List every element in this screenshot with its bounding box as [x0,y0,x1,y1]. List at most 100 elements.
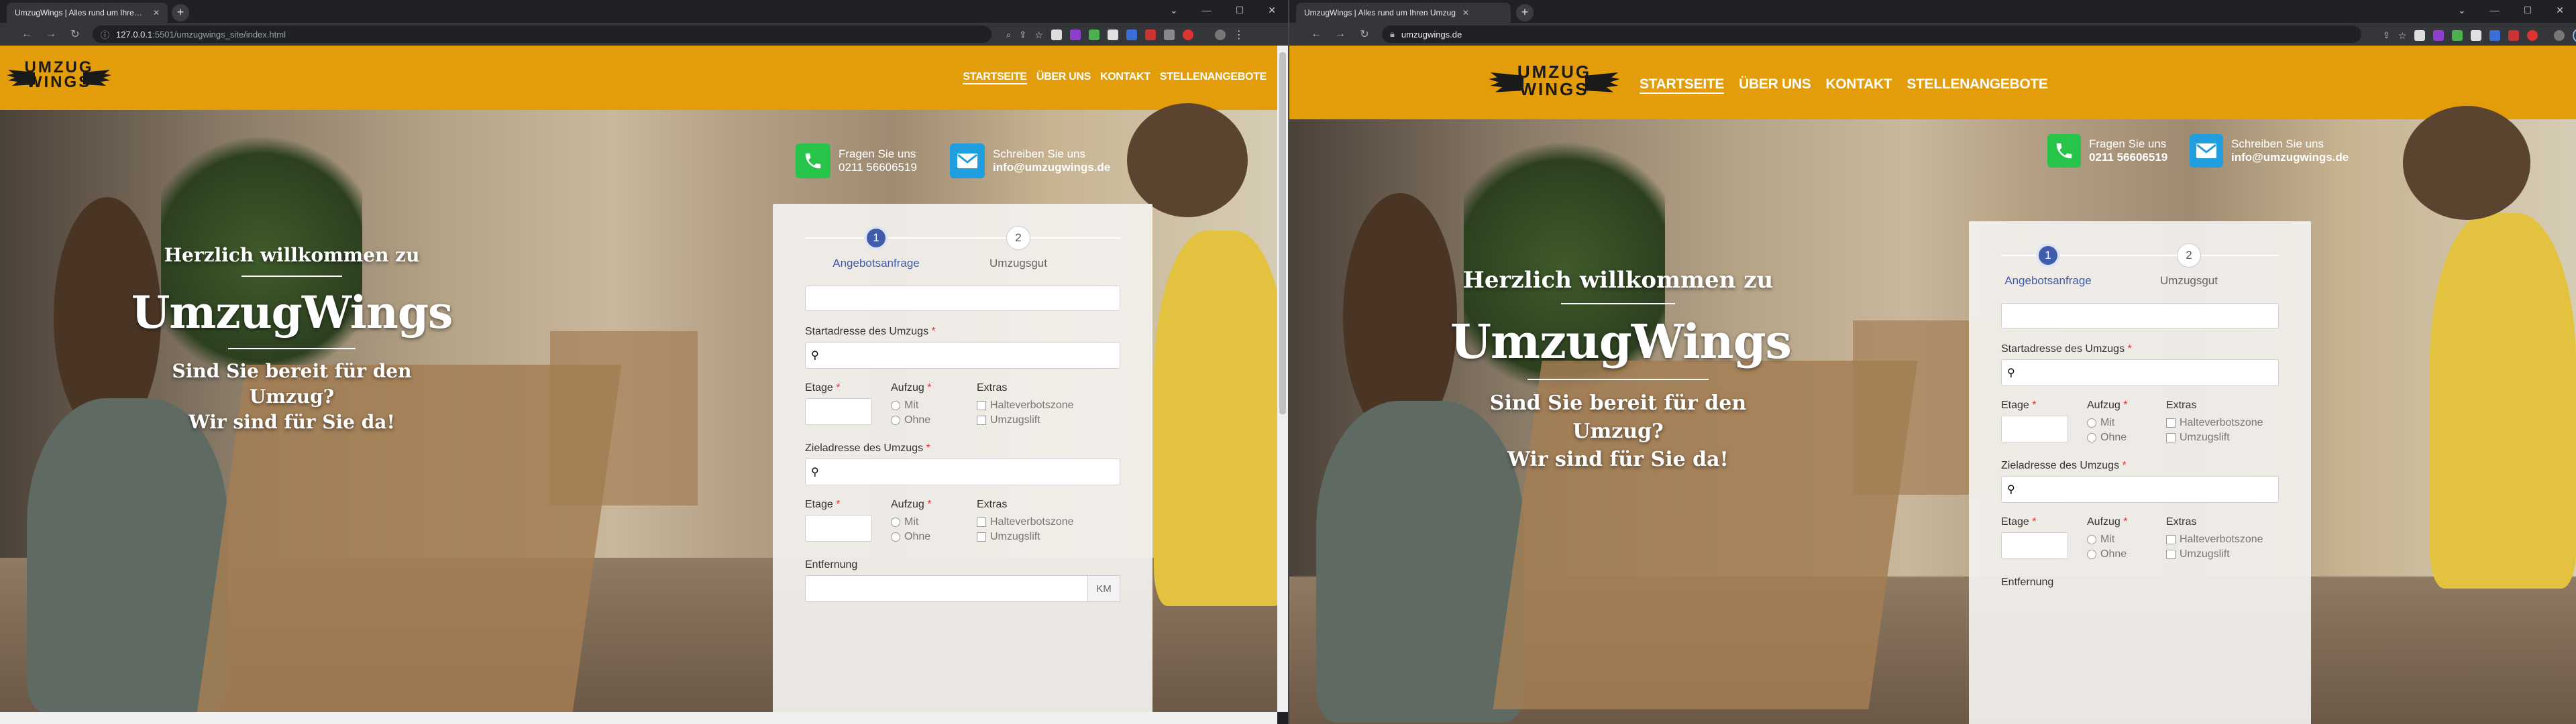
close-window-icon[interactable]: ✕ [1268,5,1276,16]
profile-avatar[interactable] [2554,30,2565,41]
etage-input[interactable] [2001,416,2068,442]
vertical-scrollbar[interactable] [1277,46,1288,712]
extra-lift-checkbox[interactable]: Umzugslift [2166,547,2263,562]
new-tab-button[interactable]: + [1516,4,1534,21]
aufzug-mit-radio[interactable]: Mit [2087,532,2147,547]
dropdown-icon[interactable]: ⌄ [1170,5,1178,16]
mail-icon [2190,134,2223,168]
site-logo[interactable]: UMZUG WINGS [1489,63,1620,98]
browser-tab[interactable]: UmzugWings | Alles rund um Ihren Umzug ✕ [1296,3,1511,23]
start-address-input[interactable]: ⚲ [2001,359,2279,386]
logo-line-2: WINGS [26,73,92,91]
extension-icon[interactable] [1088,29,1099,40]
extra-halteverbot-checkbox[interactable]: Halteverbotszone [977,398,1074,413]
step-2[interactable]: 2 Umzugsgut [971,223,1065,270]
dropdown-icon[interactable]: ⌄ [2458,5,2466,16]
aufzug-ohne-radio[interactable]: Ohne [891,530,958,544]
horizontal-scrollbar[interactable] [0,712,1277,724]
extension-icon[interactable] [2508,30,2520,41]
start-address-input[interactable]: ⚲ [805,342,1120,369]
lock-icon[interactable]: 🔒︎ [1390,29,1395,40]
nav-startseite[interactable]: STARTSEITE [963,71,1027,84]
ziel-address-input[interactable]: ⚲ [2001,476,2279,503]
forward-icon[interactable]: → [1334,28,1347,40]
reload-icon[interactable]: ↻ [1358,27,1371,41]
extension-icon[interactable] [2414,30,2426,41]
close-window-icon[interactable]: ✕ [2556,5,2564,16]
forward-icon[interactable]: → [44,28,58,40]
aufzug-ohne-radio[interactable]: Ohne [2087,547,2147,562]
profile-avatar[interactable] [1214,29,1226,40]
extension-icon[interactable] [1069,29,1081,40]
star-icon[interactable]: ☆ [2398,30,2407,42]
address-bar[interactable]: 🔒︎ umzugwings.de [1382,25,2361,43]
new-tab-button[interactable]: + [172,4,189,21]
contact-mail[interactable]: Schreiben Sie uns info@umzugwings.de [2190,134,2349,168]
back-icon[interactable]: ← [20,28,34,40]
site-logo[interactable]: UMZUG WINGS [7,60,111,91]
contact-phone[interactable]: Fragen Sie uns 0211 56606519 [796,143,917,178]
extra-halteverbot-checkbox[interactable]: Halteverbotszone [977,515,1074,530]
nav-kontakt[interactable]: KONTAKT [1825,76,1892,94]
nav-ueber-uns[interactable]: ÜBER UNS [1036,71,1091,84]
nav-kontakt[interactable]: KONTAKT [1100,71,1150,84]
extra-lift-checkbox[interactable]: Umzugslift [2166,430,2263,445]
nav-startseite[interactable]: STARTSEITE [1640,76,1724,94]
extension-icon[interactable] [2452,30,2463,41]
star-icon[interactable]: ☆ [1034,29,1043,41]
maximize-icon[interactable]: ☐ [2524,5,2532,16]
step-1[interactable]: 1 Angebotsanfrage [829,223,923,270]
extension-icon[interactable] [2471,30,2482,41]
etage-input[interactable] [2001,532,2068,559]
profile-avatar[interactable] [2573,28,2576,43]
extension-icon[interactable] [1182,29,1193,40]
aufzug-ohne-radio[interactable]: Ohne [891,413,958,428]
extension-icon[interactable] [1163,29,1175,40]
close-icon[interactable]: ✕ [153,8,160,17]
extra-halteverbot-checkbox[interactable]: Halteverbotszone [2166,532,2263,547]
scrollbar-thumb[interactable] [1279,52,1286,414]
reload-icon[interactable]: ↻ [68,27,82,41]
extension-icon[interactable] [1051,29,1062,40]
back-icon[interactable]: ← [1309,28,1323,40]
menu-icon[interactable]: ⋮ [1234,28,1244,42]
aufzug-mit-radio[interactable]: Mit [2087,416,2147,430]
aufzug-ohne-radio[interactable]: Ohne [2087,430,2147,445]
nav-stellenangebote[interactable]: STELLENANGEBOTE [1160,71,1267,84]
extension-icon[interactable] [2489,30,2501,41]
extra-lift-checkbox[interactable]: Umzugslift [977,413,1074,428]
welcome-block: Herzlich willkommen zu UmzugWings Sind S… [1450,267,1792,474]
extension-icon[interactable] [2433,30,2445,41]
nav-stellenangebote[interactable]: STELLENANGEBOTE [1907,76,2047,94]
entfernung-input[interactable] [805,575,1088,602]
hidden-input[interactable] [2001,303,2279,328]
share-icon[interactable]: ⇪ [2383,30,2390,41]
etage-input[interactable] [805,398,872,425]
ziel-address-input[interactable]: ⚲ [805,459,1120,485]
contact-mail[interactable]: Schreiben Sie uns info@umzugwings.de [950,143,1110,178]
extra-lift-checkbox[interactable]: Umzugslift [977,530,1074,544]
extra-halteverbot-checkbox[interactable]: Halteverbotszone [2166,416,2263,430]
extension-icon[interactable] [1107,29,1118,40]
extension-icon[interactable] [1144,29,1156,40]
hidden-input[interactable] [805,286,1120,311]
maximize-icon[interactable]: ☐ [1236,5,1244,16]
info-icon[interactable]: ⓘ [101,28,109,41]
aufzug-mit-radio[interactable]: Mit [891,515,958,530]
nav-ueber-uns[interactable]: ÜBER UNS [1739,76,1811,94]
address-bar[interactable]: ⓘ 127.0.0.1:5501/umzugwings_site/index.h… [93,25,991,43]
close-icon[interactable]: ✕ [1462,8,1469,17]
zoom-icon[interactable]: ⌕ [1006,29,1011,40]
contact-phone[interactable]: Fragen Sie uns 0211 56606519 [2047,134,2167,168]
welcome-subtitle-2: Wir sind für Sie da! [189,411,395,433]
aufzug-mit-radio[interactable]: Mit [891,398,958,413]
share-icon[interactable]: ⇪ [1019,29,1026,40]
minimize-icon[interactable]: — [2490,5,2500,15]
extension-icon[interactable] [2527,30,2538,41]
step-1[interactable]: 1 Angebotsanfrage [2001,240,2095,288]
minimize-icon[interactable]: — [1202,5,1212,15]
step-2[interactable]: 2 Umzugsgut [2142,240,2236,288]
browser-tab[interactable]: UmzugWings | Alles rund um Ihren Umzug ✕ [7,3,168,23]
etage-input[interactable] [805,515,872,542]
extension-icon[interactable] [1126,29,1137,40]
